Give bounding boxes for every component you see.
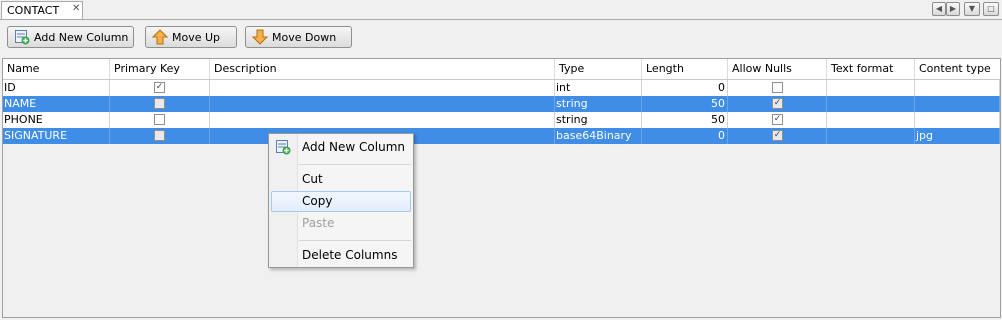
checkbox[interactable]: ✓ xyxy=(772,130,783,141)
header-allow-nulls[interactable]: Allow Nulls xyxy=(728,59,827,79)
cell-text-format[interactable] xyxy=(827,96,915,112)
cell-type[interactable]: int xyxy=(555,80,642,96)
close-icon[interactable]: ✕ xyxy=(72,3,80,14)
cell-primary-key[interactable] xyxy=(110,128,210,144)
checkbox[interactable]: ✓ xyxy=(772,98,783,109)
checkbox[interactable] xyxy=(772,82,783,93)
cell-type[interactable]: base64Binary xyxy=(555,128,642,144)
tab-bar: CONTACT ✕ ◀ ▶ ▼ □ xyxy=(0,0,1002,20)
maximize-icon[interactable]: □ xyxy=(983,2,999,16)
cell-name[interactable]: ID xyxy=(3,80,110,96)
cell-name[interactable]: NAME xyxy=(3,96,110,112)
header-name[interactable]: Name xyxy=(3,59,110,79)
cell-description[interactable] xyxy=(210,112,555,128)
move-down-button[interactable]: Move Down xyxy=(245,26,352,48)
cell-primary-key[interactable]: ✓ xyxy=(110,80,210,96)
cell-length[interactable]: 50 xyxy=(642,112,728,128)
header-type[interactable]: Type xyxy=(555,59,642,79)
menu-item-add-new-column[interactable]: Add New Column xyxy=(271,137,411,158)
table-row[interactable]: NAME string 50 ✓ xyxy=(3,96,1000,112)
scroll-right-icon[interactable]: ▶ xyxy=(946,2,960,16)
checkbox[interactable] xyxy=(154,130,165,141)
cell-name[interactable]: PHONE xyxy=(3,112,110,128)
checkbox[interactable]: ✓ xyxy=(772,114,783,125)
header-primary-key[interactable]: Primary Key xyxy=(110,59,210,79)
cell-primary-key[interactable] xyxy=(110,112,210,128)
cell-allow-nulls[interactable]: ✓ xyxy=(728,128,827,144)
cell-text-format[interactable] xyxy=(827,112,915,128)
arrow-down-icon xyxy=(251,29,269,45)
menu-separator xyxy=(299,164,411,165)
cell-allow-nulls[interactable] xyxy=(728,80,827,96)
add-column-icon xyxy=(14,29,30,45)
arrow-up-icon xyxy=(151,29,169,45)
cell-primary-key[interactable] xyxy=(110,96,210,112)
add-new-column-label: Add New Column xyxy=(34,30,129,44)
menu-separator xyxy=(299,240,411,241)
move-up-label: Move Up xyxy=(172,30,221,44)
table-row[interactable]: PHONE string 50 ✓ xyxy=(3,112,1000,128)
table-row[interactable]: SIGNATURE base64Binary 0 ✓ jpg xyxy=(3,128,1000,144)
menu-item-copy[interactable]: Copy xyxy=(271,191,411,212)
toolbar: Add New Column Move Up Move Down xyxy=(0,20,1002,56)
cell-allow-nulls[interactable]: ✓ xyxy=(728,96,827,112)
context-menu: Add New Column Cut Copy Paste Delete Col… xyxy=(268,133,414,268)
menu-item-delete-columns[interactable]: Delete Columns xyxy=(271,245,411,266)
cell-content-type[interactable] xyxy=(915,96,1000,112)
tab-title: CONTACT xyxy=(7,4,60,17)
checkbox[interactable]: ✓ xyxy=(154,82,165,93)
add-new-column-button[interactable]: Add New Column xyxy=(7,26,134,48)
columns-table: Name Primary Key Description Type Length… xyxy=(2,58,1001,318)
header-content-type[interactable]: Content type xyxy=(915,59,1000,79)
cell-content-type[interactable] xyxy=(915,80,1000,96)
scroll-left-icon[interactable]: ◀ xyxy=(932,2,946,16)
table-row[interactable]: ID ✓ int 0 xyxy=(3,80,1000,96)
move-down-label: Move Down xyxy=(272,30,337,44)
header-description[interactable]: Description xyxy=(210,59,555,79)
tab-list-icon[interactable]: ▼ xyxy=(964,2,980,16)
menu-item-cut[interactable]: Cut xyxy=(271,169,411,190)
cell-length[interactable]: 0 xyxy=(642,128,728,144)
cell-text-format[interactable] xyxy=(827,80,915,96)
menu-item-paste[interactable]: Paste xyxy=(271,213,411,234)
header-text-format[interactable]: Text format xyxy=(827,59,915,79)
cell-content-type[interactable]: jpg xyxy=(915,128,1000,144)
table-header: Name Primary Key Description Type Length… xyxy=(3,59,1000,80)
header-length[interactable]: Length xyxy=(642,59,728,79)
cell-content-type[interactable] xyxy=(915,112,1000,128)
cell-length[interactable]: 50 xyxy=(642,96,728,112)
checkbox[interactable] xyxy=(154,114,165,125)
cell-description[interactable] xyxy=(210,80,555,96)
cell-allow-nulls[interactable]: ✓ xyxy=(728,112,827,128)
cell-text-format[interactable] xyxy=(827,128,915,144)
cell-name[interactable]: SIGNATURE xyxy=(3,128,110,144)
move-up-button[interactable]: Move Up xyxy=(145,26,237,48)
checkbox[interactable] xyxy=(154,98,165,109)
cell-type[interactable]: string xyxy=(555,96,642,112)
cell-length[interactable]: 0 xyxy=(642,80,728,96)
tab-contact[interactable]: CONTACT ✕ xyxy=(1,1,83,19)
cell-description[interactable] xyxy=(210,96,555,112)
cell-type[interactable]: string xyxy=(555,112,642,128)
